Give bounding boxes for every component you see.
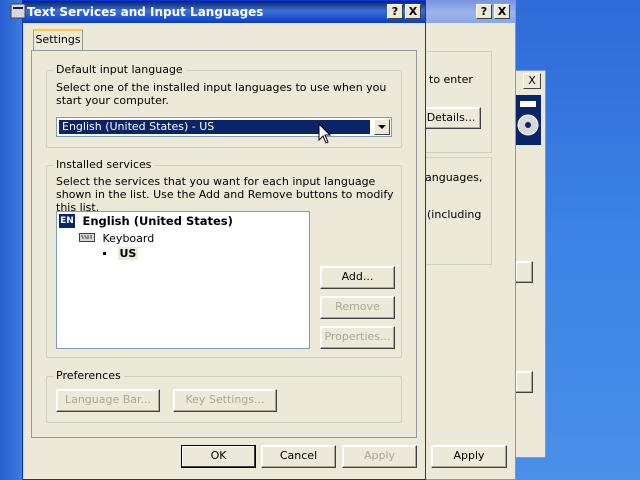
cancel-button[interactable]: Cancel [261,445,336,468]
tree-item-category[interactable]: Keyboard [79,231,154,246]
installed-services-description: Select the services that you want for ea… [56,175,394,214]
default-language-select[interactable]: English (United States) - US [56,117,392,137]
background-text-1: to enter [429,73,473,86]
tab-settings[interactable]: Settings [33,29,83,51]
background-button-2[interactable] [515,371,533,393]
background-text-3: (including [427,208,482,221]
selected-language-text: English (United States) - US [62,120,215,133]
tab-settings-label: Settings [35,33,81,46]
category-label: Keyboard [102,232,155,245]
layout-label: US [117,246,139,260]
default-language-group-label: Default input language [53,63,186,77]
remove-button[interactable]: Remove [320,296,395,319]
language-badge-icon: EN [59,214,75,228]
background-button-1[interactable] [515,261,533,283]
background-window: ? X to enter Details... anguages, (inclu… [421,0,516,480]
cd-drive-icon [515,95,541,145]
help-button[interactable]: ? [387,4,403,19]
properties-button[interactable]: Properties... [320,326,395,349]
apply-button[interactable]: Apply [342,445,417,468]
close-button[interactable]: X [523,73,541,89]
keyboard-icon [79,231,95,246]
chevron-down-icon[interactable] [374,119,390,135]
preferences-group-label: Preferences [53,369,124,383]
dialog-titlebar[interactable]: Text Services and Input Languages [23,1,425,23]
language-bar-button[interactable]: Language Bar... [56,389,160,412]
close-button[interactable]: X [405,4,421,19]
default-language-description: Select one of the installed input langua… [56,81,387,107]
taskbar-edge [0,0,22,480]
dialog-title: Text Services and Input Languages [27,5,264,19]
tree-item-language[interactable]: EN English (United States) [59,214,233,230]
key-settings-button[interactable]: Key Settings... [173,389,277,412]
services-tree[interactable]: EN English (United States) Keyboard US [56,211,310,349]
language-name: English (United States) [82,214,233,228]
ok-button[interactable]: OK [181,445,256,468]
help-button[interactable]: ? [476,4,492,19]
close-button[interactable]: X [494,4,510,19]
tree-item-layout[interactable]: US [103,246,139,262]
bullet-icon [103,251,106,255]
background-text-2: anguages, [425,171,483,184]
background-panel [423,51,492,153]
installed-services-group-label: Installed services [53,158,155,172]
add-button[interactable]: Add... [320,266,395,289]
background-apply-button[interactable]: Apply [431,445,507,468]
window-app-icon [10,2,26,20]
details-button[interactable]: Details... [421,107,481,129]
text-services-dialog: Text Services and Input Languages ? X Se… [22,0,426,480]
mouse-cursor-icon [318,122,332,148]
